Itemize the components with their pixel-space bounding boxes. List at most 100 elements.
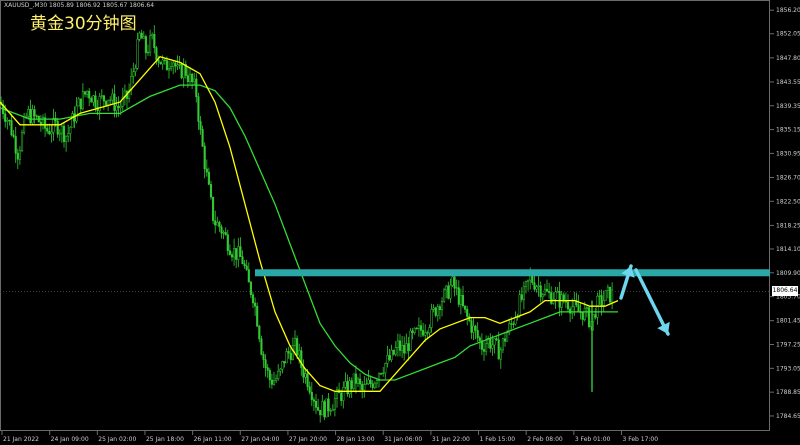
candle-body <box>277 370 280 380</box>
candle-body <box>405 343 408 354</box>
candle <box>180 62 183 80</box>
candle-body <box>31 109 34 124</box>
candle-body <box>533 282 536 290</box>
price-tick-label: 1784.65 <box>776 413 800 420</box>
price-tick-label: 1814.10 <box>776 246 800 253</box>
candle-body <box>403 344 406 354</box>
candle <box>212 196 215 225</box>
candle <box>608 286 612 304</box>
candle-body <box>291 344 294 360</box>
candle-body <box>228 250 231 255</box>
candle-body <box>65 135 68 142</box>
candle-body <box>472 325 475 333</box>
time-tick-label: 25 Jan 02:00 <box>98 436 136 443</box>
time-tick-label: 2 Feb 08:00 <box>527 436 563 443</box>
candle-body <box>260 338 263 355</box>
candle-body <box>140 32 143 39</box>
candle-body <box>186 75 189 82</box>
candle-body <box>35 115 38 117</box>
candle-body <box>58 132 61 135</box>
candle-body <box>176 64 179 67</box>
candle-body <box>386 355 389 364</box>
candle-body <box>489 337 492 349</box>
time-tick-label: 1 Feb 15:00 <box>480 436 516 443</box>
candle-body <box>149 35 152 53</box>
candle-body <box>46 128 49 132</box>
candle-body <box>151 34 154 37</box>
price-tick-label: 1852.05 <box>776 31 800 38</box>
candle-body <box>506 332 509 342</box>
price-tick-label: 1830.95 <box>776 150 800 157</box>
candle-body <box>146 51 150 54</box>
candle-body <box>470 320 473 333</box>
price-tick-label: 1818.25 <box>776 222 800 229</box>
candle-body <box>71 113 74 128</box>
candle-body <box>436 306 439 316</box>
candle-body <box>226 234 229 251</box>
candle-body <box>491 344 494 349</box>
price-tick-label: 1809.90 <box>776 270 800 277</box>
candle-body <box>233 248 236 258</box>
candle-body <box>256 305 259 327</box>
candle-body <box>577 304 580 312</box>
candle-body <box>111 93 114 101</box>
candle-body <box>136 39 139 69</box>
candle-body <box>327 398 330 412</box>
price-tick-label: 1847.80 <box>776 55 800 62</box>
candle-body <box>182 64 185 79</box>
candle-body <box>457 287 460 305</box>
candle-body <box>314 401 318 408</box>
candle-body <box>556 291 559 293</box>
candle-body <box>373 382 376 388</box>
candle-body <box>178 63 181 66</box>
candle-body <box>283 361 286 364</box>
candle-body <box>514 317 517 325</box>
candle <box>325 398 328 418</box>
candle-body <box>306 373 309 387</box>
candle-body <box>62 125 66 142</box>
candle-body <box>543 288 546 295</box>
candle-body <box>109 99 112 102</box>
candle-body <box>81 91 84 110</box>
candle-body <box>541 294 544 298</box>
candle-body <box>237 246 240 260</box>
candle-body <box>453 276 456 289</box>
candle-body <box>464 305 467 310</box>
candle-body <box>518 294 521 317</box>
candle-body <box>258 325 261 340</box>
time-tick-label: 31 Jan 22:00 <box>432 436 470 443</box>
candle-body <box>6 120 9 122</box>
candle-body <box>342 387 345 401</box>
candle-body <box>434 307 437 316</box>
candle-body <box>167 68 171 71</box>
candle-body <box>325 398 328 418</box>
time-tick-label: 31 Jan 06:00 <box>384 436 422 443</box>
candle-body <box>587 307 591 328</box>
time-tick-label: 26 Jan 11:00 <box>194 436 232 443</box>
candle-body <box>159 61 162 65</box>
candle-body <box>102 95 105 102</box>
candle-body <box>459 295 462 305</box>
candle-body <box>512 323 515 325</box>
candle-body <box>230 254 234 258</box>
candle-body <box>209 184 213 198</box>
candle-body <box>153 34 156 48</box>
candle-body <box>115 105 118 111</box>
candle-body <box>604 290 607 301</box>
candle-body <box>535 286 538 290</box>
candle-body <box>569 308 572 314</box>
time-tick-label: 24 Jan 09:00 <box>51 436 89 443</box>
candle-body <box>495 338 498 341</box>
candle-body <box>466 309 469 317</box>
candle-body <box>497 339 500 360</box>
candle-body <box>585 307 588 309</box>
candle-body <box>573 300 576 308</box>
candle-body <box>329 410 332 412</box>
candle-body <box>132 71 135 77</box>
candle-body <box>409 330 412 351</box>
candle-body <box>218 221 221 228</box>
candle-body <box>424 332 427 336</box>
candle-body <box>275 378 278 381</box>
candle-body <box>245 265 248 270</box>
candle-body <box>14 136 17 154</box>
